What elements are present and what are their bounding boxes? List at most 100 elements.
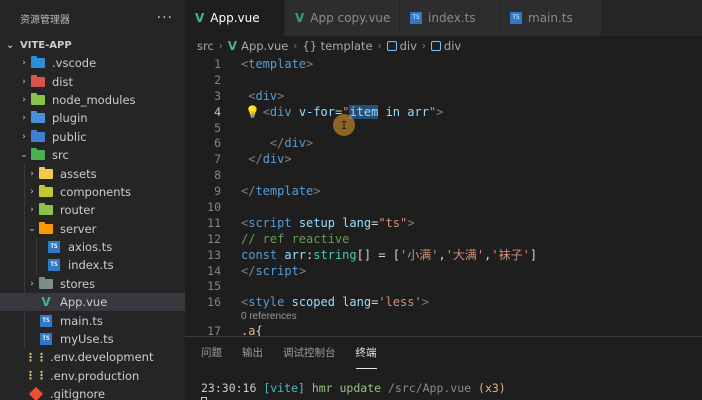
codelens-references[interactable]: 0 references (185, 310, 702, 323)
chevron-right-icon: › (30, 186, 34, 197)
line-number: 4 (214, 104, 221, 119)
code-text: const arr:string[] = ['小满','大满','袜子'] (241, 248, 538, 263)
terminal-path: /src/App.vue (388, 381, 472, 395)
tree-item-label: node_modules (52, 92, 136, 107)
line-number: 8 (214, 168, 221, 183)
line-number: 9 (214, 184, 221, 199)
env-file-icon: ⋮⋮ (25, 350, 47, 364)
chevron-right-icon: › (377, 40, 382, 52)
git-icon (28, 387, 44, 400)
code-text: </div> (248, 152, 292, 167)
code-line: 11 <script setup lang="ts"> (185, 215, 702, 231)
code-text: <template> (241, 56, 314, 71)
element-icon (386, 41, 397, 51)
tree-item-vscode[interactable]: › .vscode (0, 54, 185, 72)
chevron-right-icon: › (293, 40, 298, 52)
tree-item-node-modules[interactable]: › node_modules (0, 91, 185, 109)
tree-item-server[interactable]: ⌄ server (0, 219, 185, 238)
breadcrumb-div[interactable]: div (444, 39, 461, 53)
chevron-right-icon: › (22, 113, 26, 124)
tree-item-label: .vscode (52, 56, 97, 71)
line-number: 7 (214, 152, 221, 167)
code-line: 5 (185, 120, 702, 136)
tab-label: App.vue (210, 11, 260, 25)
tab-app-copy-vue[interactable]: V App copy.vue (285, 0, 400, 36)
tree-item-index[interactable]: TS index.ts (0, 256, 185, 275)
breadcrumb-template[interactable]: {} template (302, 39, 372, 53)
indent-guide (36, 256, 37, 275)
project-name: VITE-APP (20, 39, 72, 51)
chevron-right-icon: › (421, 40, 426, 52)
tree-item-router[interactable]: › router (0, 201, 185, 220)
tree-item-components[interactable]: › components (0, 182, 185, 202)
tab-output[interactable]: 输出 (242, 337, 263, 369)
project-root[interactable]: ⌄ VITE-APP (0, 36, 185, 54)
chevron-right-icon: › (22, 131, 26, 142)
typescript-file-icon: TS (46, 259, 62, 272)
tab-terminal[interactable]: 终端 (355, 337, 377, 369)
explorer-title: 资源管理器 (20, 14, 70, 26)
indent-guide (24, 256, 25, 275)
chevron-right-icon: › (22, 76, 26, 87)
tree-item-axios[interactable]: TS axios.ts (0, 237, 185, 257)
chevron-right-icon: › (30, 278, 34, 289)
terminal-hmr: hmr update (311, 381, 382, 395)
tab-main-ts[interactable]: TS main.ts (500, 0, 602, 36)
chevron-down-icon: ⌄ (28, 223, 36, 234)
tree-item-env-production[interactable]: ⋮⋮ .env.production (0, 367, 185, 385)
line-number: 6 (214, 136, 221, 151)
code-line: 16 <style scoped lang='less'> (185, 294, 702, 310)
terminal-output[interactable]: 23:30:16 [vite] hmr update /src/App.vue … (185, 369, 702, 400)
vue-file-icon: V (41, 295, 51, 310)
tree-item-label: stores (60, 276, 96, 291)
indent-guide (24, 164, 25, 183)
line-number: 17 (207, 324, 221, 336)
editor-tab-bar: V App.vue V App copy.vue TS index.ts TS … (185, 0, 702, 36)
tree-item-label: index.ts (68, 258, 114, 273)
code-text: .a{ (241, 324, 263, 336)
tree-item-assets[interactable]: › assets (0, 164, 185, 183)
components-folder-icon (38, 184, 54, 198)
chevron-down-icon: ⌄ (6, 39, 15, 51)
vscode-folder-icon (30, 56, 46, 69)
tree-item-label: myUse.ts (60, 332, 114, 347)
tree-item-dist[interactable]: › dist (0, 72, 185, 90)
indent-guide (24, 293, 25, 312)
code-line: 6 </div> (185, 135, 702, 151)
tree-item-label: .env.production (50, 368, 140, 383)
typescript-file-icon: TS (38, 333, 54, 346)
vue-icon: V (195, 11, 205, 25)
tree-item-main-ts[interactable]: TS main.ts (0, 311, 185, 330)
tree-item-public[interactable]: › public (0, 128, 185, 146)
tab-index-ts[interactable]: TS index.ts (400, 0, 500, 36)
tab-app-vue[interactable]: V App.vue (185, 0, 285, 36)
tree-item-stores[interactable]: › stores (0, 274, 185, 294)
line-number: 14 (207, 263, 221, 278)
tree-item-env-development[interactable]: ⋮⋮ .env.development (0, 348, 185, 366)
tree-item-app-vue[interactable]: V App.vue (0, 293, 185, 312)
breadcrumb-src[interactable]: src (197, 39, 214, 53)
element-icon (430, 41, 441, 51)
code-line: 3 <div> (185, 88, 702, 104)
tab-problems[interactable]: 问题 (201, 337, 222, 369)
code-editor[interactable]: 1 <template> 2 3 <div> 4 💡 <div v-for="ite… (185, 56, 702, 336)
breadcrumb-file[interactable]: App.vue (241, 39, 288, 53)
tree-item-label: public (52, 129, 87, 144)
code-line-current: 4 💡 <div v-for="item in arr"> (185, 104, 702, 120)
code-text: </template> (241, 184, 321, 199)
panel-tab-bar: 问题 输出 调试控制台 终端 (185, 337, 702, 369)
tree-item-label: src (52, 148, 69, 163)
code-line: 14 </script> (185, 263, 702, 279)
more-actions-icon[interactable]: ··· (157, 10, 173, 26)
code-line: 17 .a{ (185, 323, 702, 336)
tab-debug-console[interactable]: 调试控制台 (283, 337, 336, 369)
code-line: 10 (185, 199, 702, 215)
tree-item-plugin[interactable]: › plugin (0, 109, 185, 127)
breadcrumb-div[interactable]: div (400, 39, 417, 53)
tree-item-myuse-ts[interactable]: TS myUse.ts (0, 329, 185, 349)
tree-item-src[interactable]: ⌄ src (0, 146, 185, 164)
line-number: 5 (214, 120, 221, 135)
lightbulb-icon[interactable]: 💡 (245, 105, 260, 119)
code-line: 1 <template> (185, 56, 702, 72)
tree-item-gitignore[interactable]: .gitignore (0, 385, 185, 400)
